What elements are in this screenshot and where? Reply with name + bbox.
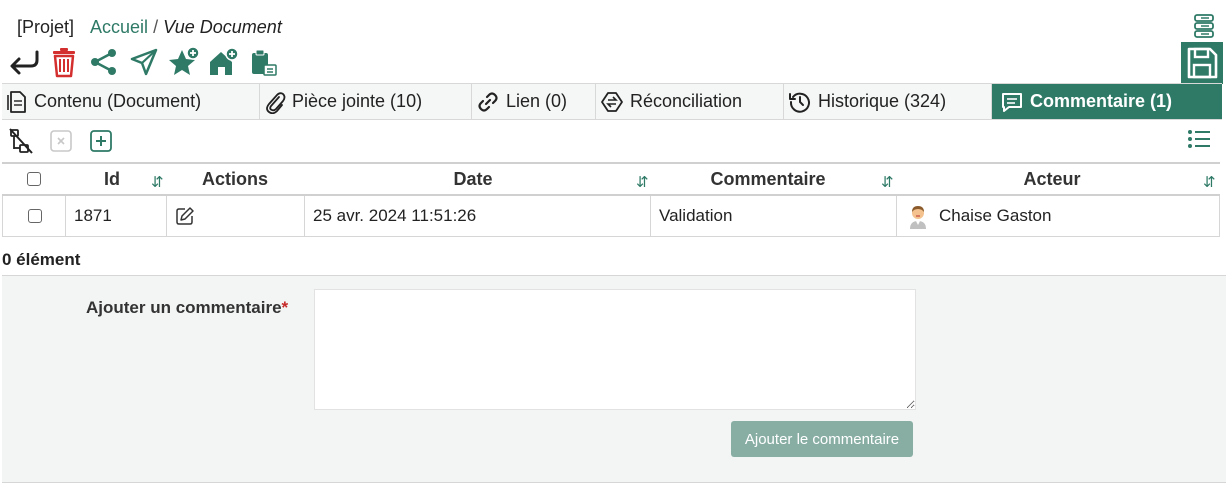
list-icon (1188, 130, 1210, 148)
actor-name: Chaise Gaston (939, 206, 1052, 225)
tab-historique[interactable]: Historique (324) (784, 84, 992, 119)
edit-icon[interactable] (175, 206, 195, 226)
column-header-commentaire[interactable]: Commentaire (650, 164, 886, 194)
home-plus-icon (210, 47, 239, 75)
tab-label: Contenu (Document) (34, 91, 202, 111)
comment-textarea[interactable] (314, 289, 916, 410)
document-tabs: Contenu (Document) Pièce jointe (10) Lie… (2, 83, 1222, 120)
document-icon (7, 90, 26, 113)
tab-piece-jointe[interactable]: Pièce jointe (10) (260, 84, 472, 119)
tab-contenu[interactable]: Contenu (Document) (2, 84, 260, 119)
trash-icon (53, 48, 75, 78)
tab-reconciliation[interactable]: Réconciliation (596, 84, 784, 119)
return-arrow-icon (10, 50, 39, 75)
cell-acteur: Chaise Gaston (896, 196, 1220, 236)
cell-actions (166, 196, 304, 236)
select-all-checkbox[interactable] (27, 172, 41, 186)
document-toolbar (4, 44, 284, 80)
user-avatar-icon (910, 206, 926, 229)
cell-commentaire: Validation (650, 196, 896, 236)
unlink-filter-icon (9, 128, 33, 154)
reconciliation-icon (601, 91, 623, 112)
tab-label: Historique (324) (818, 91, 947, 111)
grid-toolbar (6, 126, 114, 156)
back-button[interactable] (4, 44, 44, 80)
item-count: 0 élément (2, 250, 81, 269)
comment-label: Ajouter un commentaire* (86, 298, 288, 318)
tab-label: Réconciliation (630, 91, 743, 111)
grid-header: Id ⇵ Actions Date ⇵ Commentaire ⇵ Acteur… (2, 162, 1220, 196)
row-select-cell (2, 196, 66, 236)
column-header-date[interactable]: Date (304, 164, 642, 194)
breadcrumb: [Projet] Accueil / Vue Document (17, 17, 282, 38)
delete-button[interactable] (44, 44, 84, 80)
required-mark: * (281, 298, 289, 317)
column-header-id[interactable]: Id (66, 164, 158, 194)
send-button[interactable] (124, 44, 164, 80)
tab-lien[interactable]: Lien (0) (472, 84, 596, 119)
share-icon (91, 49, 116, 75)
breadcrumb-current: Vue Document (163, 17, 282, 37)
cell-id: 1871 (65, 196, 166, 236)
breadcrumb-home-link[interactable]: Accueil (90, 17, 148, 38)
sort-icon[interactable]: ⇵ (636, 173, 649, 191)
add-row-button[interactable] (88, 128, 114, 154)
column-header-actions: Actions (201, 168, 268, 189)
cell-date: 25 avr. 2024 11:51:26 (304, 196, 650, 236)
sort-icon[interactable]: ⇵ (1203, 173, 1216, 191)
plus-box-icon (90, 130, 112, 152)
star-plus-icon (169, 46, 200, 75)
add-comment-form: Ajouter un commentaire* Ajouter le comme… (2, 275, 1226, 483)
clipboard-paste-button[interactable] (244, 44, 284, 80)
save-button[interactable] (1181, 42, 1223, 84)
database-icon[interactable] (1192, 13, 1216, 39)
remove-row-button[interactable] (48, 128, 74, 154)
history-icon (789, 92, 810, 113)
floppy-disk-icon (1187, 47, 1218, 79)
share-button[interactable] (84, 44, 124, 80)
paperclip-icon (266, 91, 286, 114)
breadcrumb-project: [Projet] (17, 17, 75, 37)
sort-icon[interactable]: ⇵ (881, 173, 894, 191)
row-checkbox[interactable] (27, 209, 42, 223)
tab-label: Pièce jointe (10) (292, 91, 423, 111)
select-all-cell (2, 164, 66, 194)
comment-label-text: Ajouter un commentaire (86, 298, 282, 317)
close-box-icon (50, 130, 72, 152)
comment-icon (1002, 92, 1022, 112)
add-favorite-button[interactable] (164, 44, 204, 80)
breadcrumb-separator: / (153, 17, 159, 37)
column-header-acteur[interactable]: Acteur (896, 164, 1208, 194)
tab-label: Lien (0) (506, 91, 568, 111)
add-comment-button[interactable]: Ajouter le commentaire (731, 421, 913, 457)
tab-label: Commentaire (1) (1030, 91, 1173, 111)
tab-commentaire[interactable]: Commentaire (1) (992, 84, 1222, 119)
link-icon (478, 91, 498, 112)
add-home-button[interactable] (204, 44, 244, 80)
clipboard-icon (252, 49, 277, 76)
paper-plane-icon (130, 48, 158, 76)
column-settings-button[interactable] (1187, 128, 1211, 155)
clear-filter-button[interactable] (6, 126, 36, 156)
table-row[interactable]: 1871 25 avr. 2024 11:51:26 Validation Ch… (2, 196, 1220, 237)
comments-grid: Id ⇵ Actions Date ⇵ Commentaire ⇵ Acteur… (2, 162, 1220, 237)
sort-icon[interactable]: ⇵ (151, 173, 164, 191)
